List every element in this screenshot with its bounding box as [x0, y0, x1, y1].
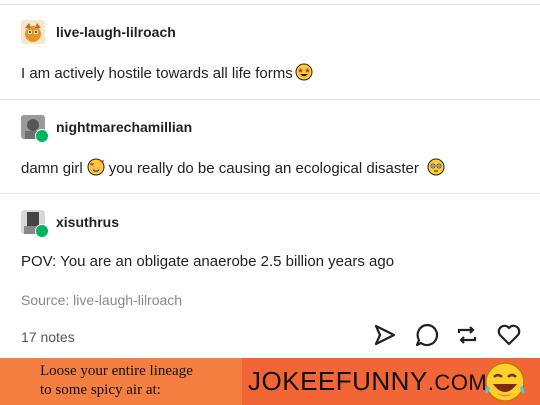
source-link[interactable]: Source: live-laugh-lilroach: [21, 292, 182, 308]
banner-caption: Loose your entire lineage to some spicy …: [40, 362, 193, 400]
notes-count[interactable]: 17 notes: [21, 329, 75, 345]
post-text-content: I am actively hostile towards all life f…: [21, 65, 293, 82]
promo-banner: Loose your entire lineage to some spicy …: [0, 358, 540, 405]
top-divider: [0, 4, 540, 5]
reblog-badge: [35, 129, 49, 143]
post-text-before: damn girl: [21, 160, 83, 177]
share-icon[interactable]: [372, 322, 398, 348]
post-text: POV: You are an obligate anaerobe 2.5 bi…: [21, 253, 395, 270]
brand-main: JOKEEFUNNY: [248, 366, 428, 396]
star-struck-emoji: [295, 63, 313, 85]
laughing-emoji-logo: [480, 360, 530, 405]
like-icon[interactable]: [496, 322, 522, 348]
post-divider: [0, 99, 540, 100]
reblog-badge: [35, 224, 49, 238]
smiling-hearts-emoji: [87, 158, 105, 180]
flushed-emoji: [427, 158, 445, 180]
username[interactable]: nightmarechamillian: [56, 119, 192, 135]
post-text: I am actively hostile towards all life f…: [21, 63, 317, 85]
post-text: damn girl you really do be causing an ec…: [21, 158, 449, 180]
reblog-icon[interactable]: [454, 322, 480, 348]
avatar-live-laugh-lilroach[interactable]: [21, 20, 45, 44]
username[interactable]: live-laugh-lilroach: [56, 24, 176, 40]
post-text-after: you really do be causing an ecological d…: [108, 160, 419, 177]
banner-line-2: to some spicy air at:: [40, 382, 161, 398]
reply-icon[interactable]: [414, 322, 440, 348]
banner-line-1: Loose your entire lineage: [40, 363, 193, 379]
post-divider: [0, 193, 540, 194]
brand-name[interactable]: JOKEEFUNNY.COM: [248, 366, 487, 397]
username[interactable]: xisuthrus: [56, 214, 119, 230]
brand-suffix: .COM: [427, 370, 488, 395]
